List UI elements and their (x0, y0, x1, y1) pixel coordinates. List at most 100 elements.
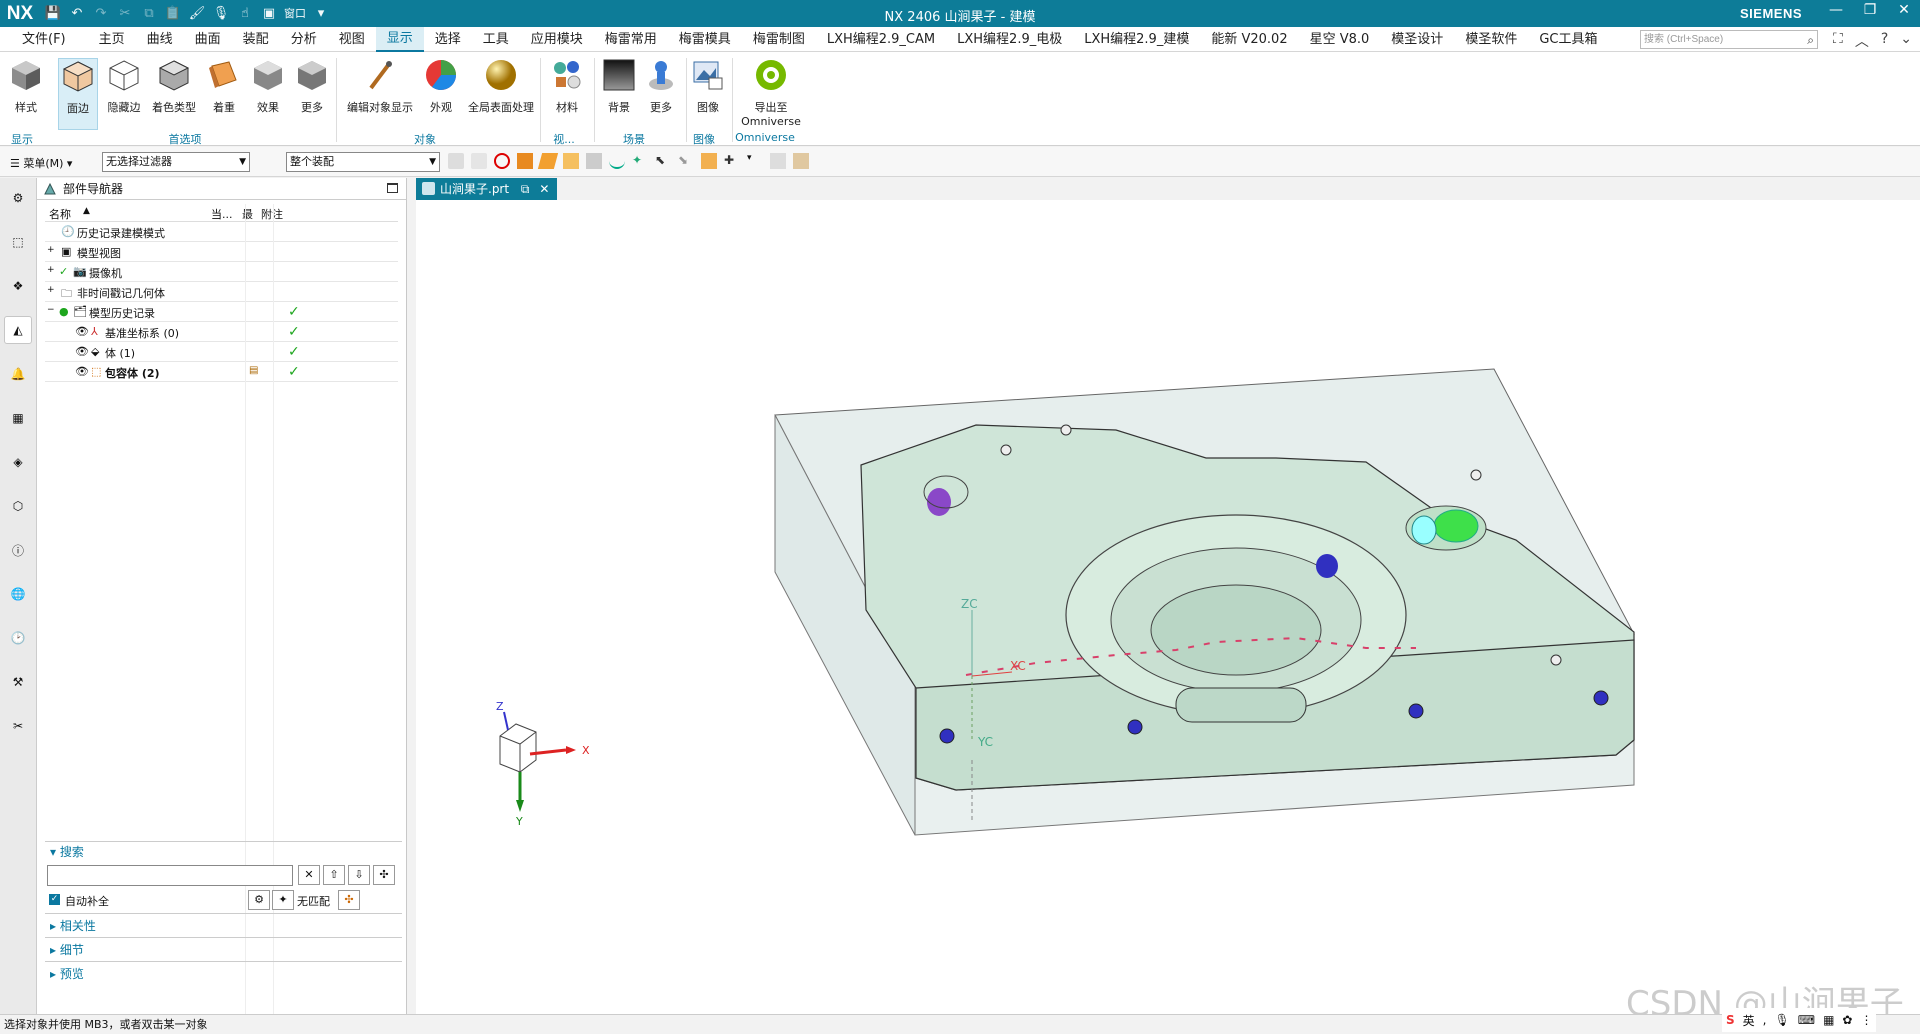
group-view[interactable]: 视... (544, 131, 584, 147)
hd3d-tools-icon[interactable]: ◈ (4, 448, 32, 476)
window-menu[interactable]: 窗口 (284, 5, 306, 23)
web-browser-icon[interactable]: 🌐 (4, 580, 32, 608)
select-face-icon[interactable] (537, 153, 559, 169)
graphics-window[interactable]: ZC XC YC X Y Z (416, 200, 1920, 1014)
selection-scope-select[interactable]: 整个装配 ▼ (286, 152, 440, 172)
assembly-navigator-icon[interactable]: ⬚ (4, 228, 32, 256)
group-omniverse[interactable]: Omniverse (730, 131, 800, 144)
tree-node-body[interactable]: 👁 ⬙ 体 (1) ✓ (45, 342, 398, 362)
microphone-icon[interactable]: 🎙 (212, 5, 230, 23)
auto-complete-checkbox[interactable]: ✓ (49, 894, 60, 905)
tree-node-unused-geometry[interactable]: + 🗀 非时间戳记几何体 (45, 282, 398, 302)
menu-grid-icon[interactable]: ⋮ (1860, 1013, 1872, 1027)
tab-applications[interactable]: 应用模块 (520, 27, 594, 52)
select-feature-icon[interactable] (448, 153, 464, 169)
tree-node-cameras[interactable]: + ✓ 📷 摄像机 (45, 262, 398, 282)
column-notes[interactable]: 附注 (261, 206, 283, 222)
shading-type-button[interactable]: 着色类型 (150, 58, 198, 115)
hidden-edges-button[interactable]: 隐藏边 (104, 58, 144, 115)
mic-icon[interactable]: 🎙 (1775, 1013, 1790, 1027)
tree-node-bounding-body[interactable]: 👁 ⬚ 包容体 (2) ▤ ✓ (45, 362, 398, 382)
tab-mosheng-software[interactable]: 模圣软件 (1454, 27, 1528, 52)
eye-icon[interactable]: 👁 (75, 365, 89, 378)
column-name[interactable]: 名称 (49, 206, 71, 222)
flange-hole[interactable] (1127, 719, 1143, 735)
search-options-icon[interactable]: ⚙ (248, 890, 270, 910)
select-sheet-icon[interactable] (563, 153, 579, 169)
tab-select[interactable]: 选择 (424, 27, 472, 52)
assembly-select-icon[interactable] (701, 153, 717, 169)
flange-hole[interactable] (1408, 703, 1424, 719)
punctuation-icon[interactable]: , (1763, 1013, 1767, 1027)
curve-icon[interactable] (609, 153, 625, 169)
more-scene-button[interactable]: 更多 (640, 58, 682, 115)
tab-nengxin[interactable]: 能新 V20.02 (1200, 27, 1298, 52)
appearance-button[interactable]: 外观 (420, 58, 462, 115)
copy-icon[interactable]: ⧉ (140, 5, 158, 23)
tab-lxh-cam[interactable]: LXH编程2.9_CAM (816, 27, 946, 52)
find-previous-icon[interactable]: ⇧ (323, 865, 345, 885)
collapse-ribbon-icon[interactable]: ︿ (1855, 31, 1869, 51)
tab-surface[interactable]: 曲面 (184, 27, 232, 52)
tab-mosheng-design[interactable]: 模圣设计 (1380, 27, 1454, 52)
tools-icon[interactable]: ✿ (1842, 1013, 1852, 1027)
settings-dropdown-icon[interactable]: ⌄ (1900, 31, 1912, 51)
close-tab-icon[interactable]: ✕ (539, 182, 549, 196)
export-omniverse-button[interactable]: 导出至 Omniverse (736, 58, 806, 128)
tree-node-model-views[interactable]: + ▣ 模型视图 (45, 242, 398, 262)
tab-lxh-electrode[interactable]: LXH编程2.9_电极 (946, 27, 1073, 52)
purple-hole[interactable] (927, 488, 951, 516)
edit-object-display-button[interactable]: 编辑对象显示 (340, 58, 420, 115)
redo-icon[interactable]: ↷ (92, 5, 110, 23)
point-icon[interactable]: ✦ (632, 153, 648, 169)
save-icon[interactable]: 💾 (44, 5, 62, 23)
notification-bell-icon[interactable]: 🔔 (4, 360, 32, 388)
search-filter-icon[interactable]: ✦ (272, 890, 294, 910)
group-scene[interactable]: 场景 (614, 131, 654, 147)
undock-icon[interactable]: ⧉ (521, 182, 530, 196)
touch-icon[interactable]: ☝ (236, 5, 254, 23)
info-icon[interactable]: ⓘ (4, 536, 32, 564)
collapse-icon[interactable]: − (47, 305, 55, 315)
help-icon[interactable]: ? (1881, 31, 1888, 51)
navigator-search-input[interactable] (47, 865, 293, 886)
fullscreen-icon[interactable]: ⛶ (1833, 31, 1843, 51)
options-dropdown-icon[interactable]: ▾ (747, 153, 763, 169)
section-dependencies[interactable]: ▸ 相关性 (45, 913, 402, 937)
effects-button[interactable]: 效果 (248, 58, 288, 115)
close-icon[interactable]: ✕ (1894, 2, 1914, 18)
section-preview[interactable]: ▸ 预览 (45, 961, 402, 985)
more-display-button[interactable]: 更多 (292, 58, 332, 115)
group-display[interactable]: 显示 (4, 131, 40, 147)
view-triad[interactable]: X Y Z (496, 700, 590, 828)
emphasis-button[interactable]: 着重 (204, 58, 244, 115)
find-next-icon[interactable]: ⇩ (348, 865, 370, 885)
tree-node-model-history[interactable]: − ● 🗂 模型历史记录 ✓ (45, 302, 398, 322)
global-surface-finish-button[interactable]: 全局表面处理 (466, 58, 536, 115)
eye-icon[interactable]: 👁 (75, 345, 89, 358)
group-image[interactable]: 图像 (684, 131, 724, 147)
column-latest[interactable]: 最 (242, 206, 253, 222)
locate-icon[interactable]: ✣ (338, 890, 360, 910)
minimize-icon[interactable]: — (1826, 2, 1846, 18)
menu-file[interactable]: 文件(F) (0, 27, 88, 52)
reuse-library-icon[interactable]: ▦ (4, 404, 32, 432)
main-menu-button[interactable]: ☰ 菜单(M) ▾ (10, 155, 72, 171)
brush-icon[interactable]: 🖌 (188, 5, 206, 23)
expand-icon[interactable]: + (47, 285, 55, 295)
deselect-icon[interactable] (471, 153, 487, 169)
flange-hole[interactable] (1593, 690, 1609, 706)
sogou-s-icon[interactable]: S (1726, 1013, 1735, 1027)
face-edges-button[interactable]: 面边 (58, 58, 98, 130)
command-search-input[interactable]: 搜索 (Ctrl+Space) ⌕ (1640, 30, 1818, 49)
paste-icon[interactable]: 📋 (164, 5, 182, 23)
skin-icon[interactable]: ▦ (1823, 1013, 1834, 1027)
expand-icon[interactable]: + (47, 245, 55, 255)
tree-node-history-mode[interactable]: 🕘 历史记录建模模式 (45, 222, 398, 242)
find-all-icon[interactable]: ✣ (373, 865, 395, 885)
undo-icon[interactable]: ↶ (68, 5, 86, 23)
eye-icon[interactable]: 👁 (75, 325, 89, 338)
part-navigator-icon[interactable]: ◭ (4, 316, 32, 344)
green-face[interactable] (1433, 509, 1479, 543)
qa-dropdown-icon[interactable]: ▾ (312, 5, 330, 23)
